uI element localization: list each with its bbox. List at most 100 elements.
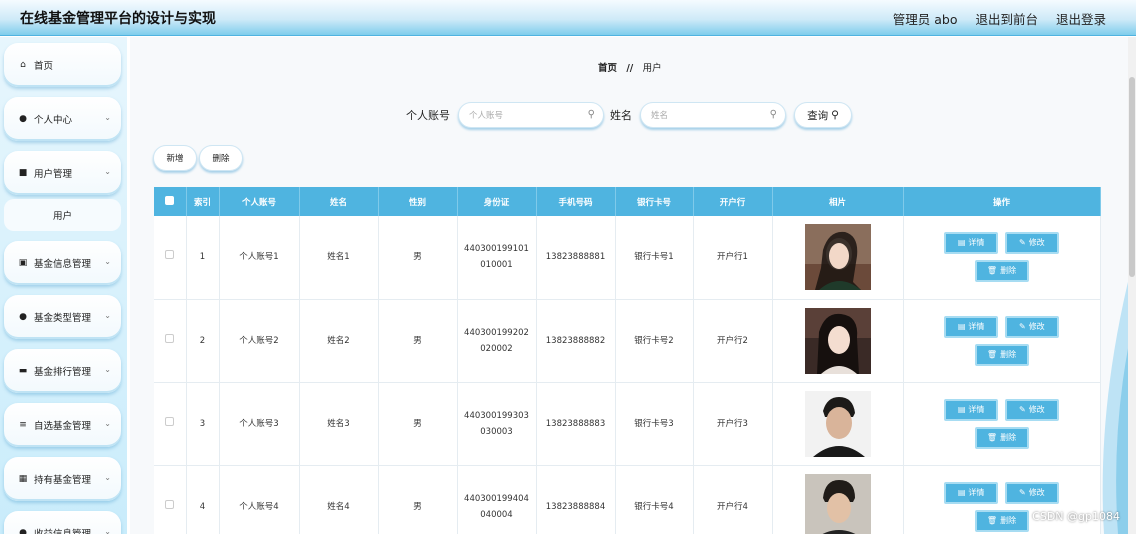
cell-photo	[772, 216, 904, 300]
cell-bank-card: 银行卡号2	[615, 299, 694, 383]
cell-operations: ▤ 详情 ✎ 修改 🗑 删除	[903, 382, 1101, 466]
breadcrumb-separator: //	[626, 63, 634, 74]
delete-button-label: 删除	[1000, 349, 1017, 359]
sidebar-item-fund-ranking[interactable]: ▬ 基金排行管理 ⌄	[4, 349, 121, 393]
cell-photo	[772, 465, 904, 534]
cell-gender: 男	[378, 299, 458, 383]
sidebar-subitem-users[interactable]: 用户	[4, 199, 121, 231]
chevron-down-icon: ⌄	[104, 527, 111, 534]
cell-photo	[772, 299, 904, 383]
detail-button[interactable]: ▤ 详情	[944, 232, 999, 255]
column-header: 个人账号	[219, 187, 300, 216]
delete-button[interactable]: 🗑 删除	[974, 426, 1029, 449]
sidebar-item-fund-info[interactable]: ▣ 基金信息管理 ⌄	[4, 241, 121, 285]
cell-bank: 开户行2	[693, 299, 773, 383]
cell-bank-card: 银行卡号1	[615, 216, 694, 300]
trash-icon: 🗑	[986, 266, 998, 276]
column-header: 操作	[903, 187, 1101, 216]
table-row: 4 个人账号4 姓名4 男 440300199404040004 1382388…	[154, 465, 1101, 534]
detail-button[interactable]: ▤ 详情	[944, 398, 999, 421]
cell-account: 个人账号3	[219, 382, 300, 466]
sidebar-item-holding-fund[interactable]: ▦ 持有基金管理 ⌄	[4, 457, 121, 501]
cell-phone: 13823888883	[536, 382, 616, 466]
row-checkbox[interactable]	[154, 382, 187, 466]
add-button[interactable]: 新增	[153, 145, 197, 171]
delete-button-label: 删除	[1000, 266, 1017, 276]
cell-id-card: 440300199202020002	[457, 299, 537, 383]
edit-button-label: 修改	[1028, 321, 1045, 331]
sidebar-item-label: 基金信息管理	[34, 259, 92, 270]
user-icon: ●	[19, 312, 27, 322]
select-all-checkbox[interactable]	[154, 187, 187, 216]
delete-button[interactable]: 🗑 删除	[974, 343, 1029, 366]
edit-button[interactable]: ✎ 修改	[1004, 232, 1059, 255]
detail-button-label: 详情	[968, 487, 985, 497]
sidebar-subitem-label: 用户	[52, 211, 72, 222]
delete-button[interactable]: 🗑 删除	[974, 260, 1029, 283]
main-content: 首页 // 用户 个人账号 个人账号 ⚲ 姓名 姓名 ⚲ 查询 ⚲ 新增 删除	[130, 37, 1128, 534]
cell-name: 姓名2	[299, 299, 379, 383]
cell-index: 4	[186, 465, 220, 534]
cell-index: 1	[186, 216, 220, 300]
cell-index: 3	[186, 382, 220, 466]
detail-button[interactable]: ▤ 详情	[944, 315, 999, 338]
row-checkbox[interactable]	[154, 216, 187, 300]
sidebar-item-label: 个人中心	[34, 115, 73, 126]
cell-index: 2	[186, 299, 220, 383]
detail-button[interactable]: ▤ 详情	[944, 481, 999, 504]
column-header: 索引	[186, 187, 220, 216]
sidebar-item-label: 自选基金管理	[34, 421, 92, 432]
name-search-input[interactable]: 姓名 ⚲	[640, 102, 786, 128]
sidebar-item-personal-center[interactable]: ● 个人中心 ⌄	[4, 97, 121, 141]
user-icon: ●	[19, 528, 27, 534]
edit-button-label: 修改	[1028, 487, 1045, 497]
edit-button[interactable]: ✎ 修改	[1004, 315, 1059, 338]
sidebar-item-income-info[interactable]: ● 收益信息管理 ⌄	[4, 511, 121, 534]
row-checkbox[interactable]	[154, 465, 187, 534]
breadcrumb-home[interactable]: 首页	[598, 63, 617, 74]
edit-button[interactable]: ✎ 修改	[1004, 398, 1059, 421]
sidebar-item-home[interactable]: ⌂ 首页	[4, 43, 121, 87]
cell-gender: 男	[378, 216, 458, 300]
cell-account: 个人账号4	[219, 465, 300, 534]
trash-icon: 🗑	[986, 432, 998, 442]
breadcrumb: 首页 // 用户	[598, 60, 662, 74]
top-nav: 管理员 abo 退出到前台 退出登录	[893, 9, 1106, 28]
batch-delete-button[interactable]: 删除	[199, 145, 243, 171]
edit-button-label: 修改	[1028, 404, 1045, 414]
chevron-down-icon: ⌄	[104, 113, 111, 122]
admin-user-label[interactable]: 管理员 abo	[893, 9, 958, 28]
sidebar-item-label: 用户管理	[34, 169, 73, 180]
cell-phone: 13823888884	[536, 465, 616, 534]
cell-operations: ▤ 详情 ✎ 修改 🗑 删除	[903, 299, 1101, 383]
table-actions: 新增 删除	[153, 145, 245, 171]
row-checkbox[interactable]	[154, 299, 187, 383]
top-header: 在线基金管理平台的设计与实现 管理员 abo 退出到前台 退出登录	[0, 0, 1136, 36]
user-photo	[804, 473, 871, 534]
vertical-scrollbar[interactable]	[1128, 37, 1136, 534]
cell-id-card: 440300199101010001	[457, 216, 537, 300]
back-to-frontend-link[interactable]: 退出到前台	[975, 9, 1038, 28]
edit-button[interactable]: ✎ 修改	[1004, 481, 1059, 504]
document-icon: ▤	[957, 404, 966, 414]
logout-link[interactable]: 退出登录	[1056, 9, 1106, 28]
account-search-input[interactable]: 个人账号 ⚲	[458, 102, 604, 128]
app-title: 在线基金管理平台的设计与实现	[20, 11, 216, 27]
detail-button-label: 详情	[968, 238, 985, 248]
document-icon: ▤	[957, 321, 966, 331]
delete-button[interactable]: 🗑 删除	[974, 509, 1029, 532]
column-header: 手机号码	[536, 187, 616, 216]
sidebar-item-user-management[interactable]: ■ 用户管理 ⌄	[4, 151, 121, 195]
search-icon: ⚲	[769, 109, 777, 120]
search-icon: ⚲	[831, 109, 839, 121]
sidebar-item-fund-type[interactable]: ● 基金类型管理 ⌄	[4, 295, 121, 339]
user-icon: ●	[19, 114, 27, 124]
query-button[interactable]: 查询 ⚲	[794, 102, 852, 128]
monitor-icon: ■	[18, 168, 28, 178]
user-photo	[804, 224, 871, 291]
cell-bank: 开户行3	[693, 382, 773, 466]
user-photo	[804, 307, 871, 374]
account-search-label: 个人账号	[406, 109, 450, 122]
sidebar-item-watchlist-fund[interactable]: ≡ 自选基金管理 ⌄	[4, 403, 121, 447]
scrollbar-thumb[interactable]	[1129, 77, 1135, 277]
